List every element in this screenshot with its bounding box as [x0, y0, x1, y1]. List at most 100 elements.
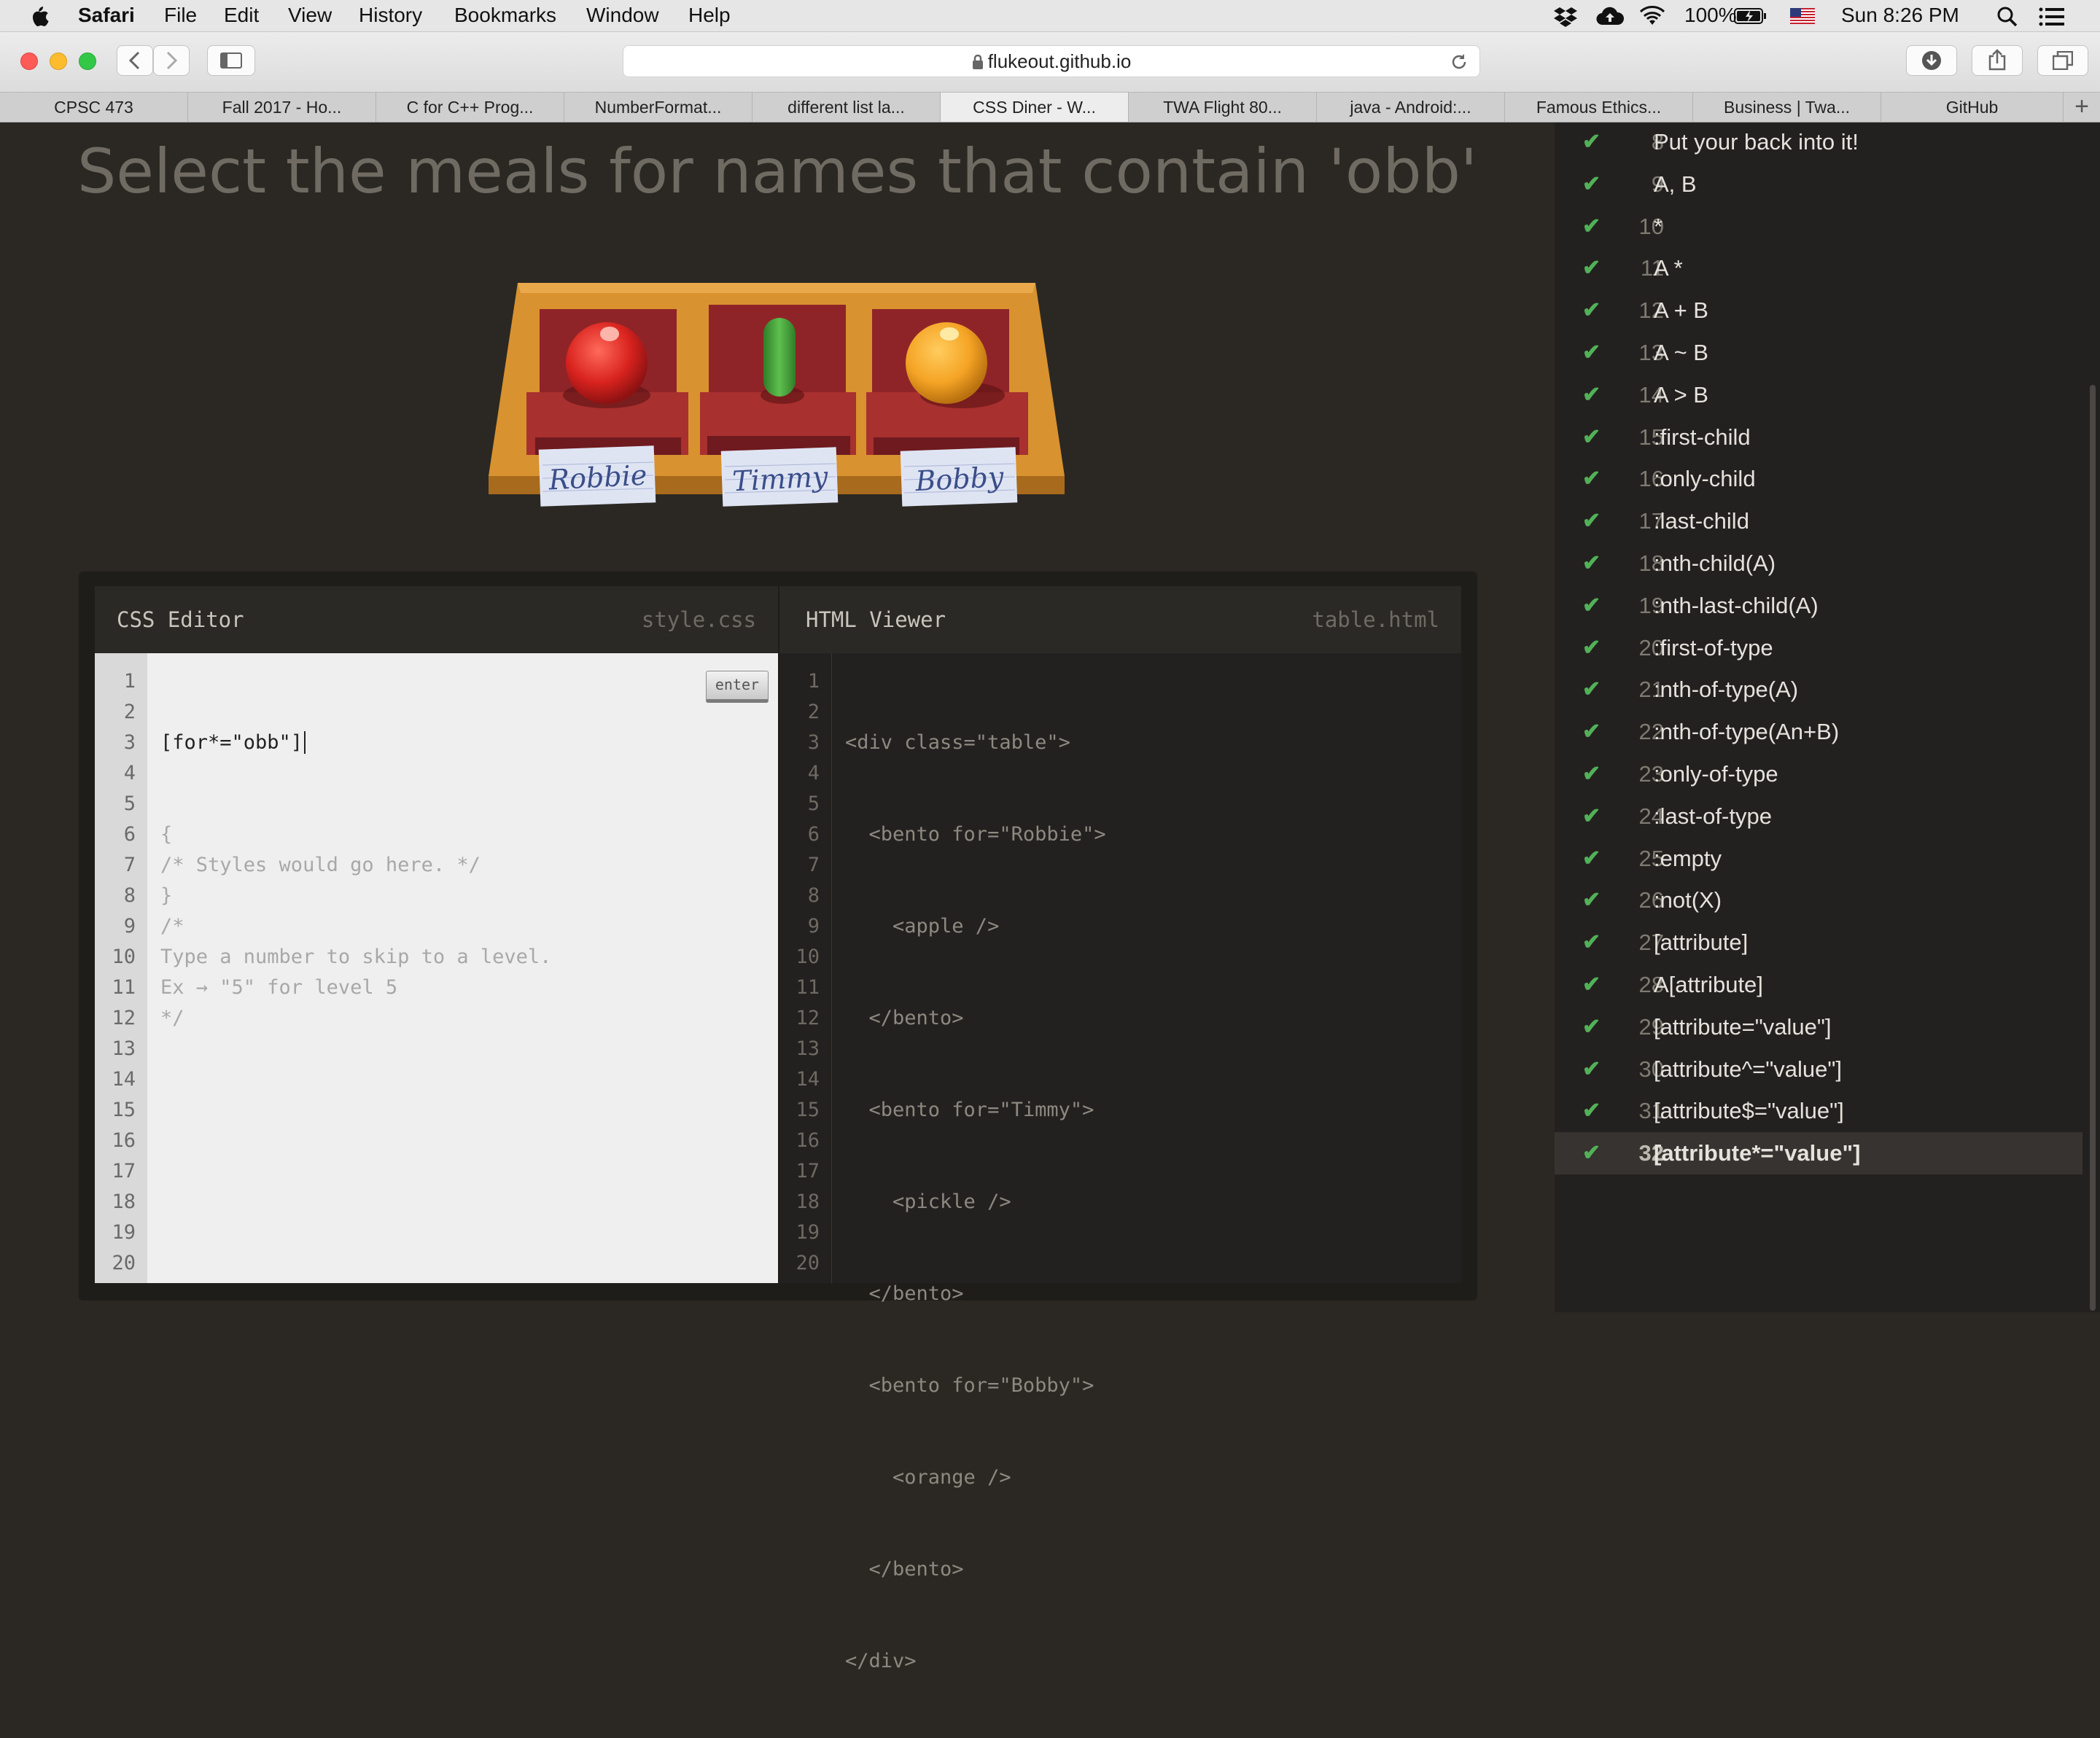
- level-item-13[interactable]: ✔ 13 A ~ B: [1555, 332, 2082, 374]
- css-editor-title: CSS Editor: [117, 607, 244, 632]
- level-item-24[interactable]: ✔ 24:last-of-type: [1555, 795, 2082, 838]
- level-item-10[interactable]: ✔ 10 *: [1555, 206, 2082, 248]
- level-name: :nth-child(A): [1654, 550, 1776, 576]
- back-button[interactable]: [117, 45, 153, 76]
- css-selector-input[interactable]: [for*="obb"]: [160, 728, 778, 758]
- html-line[interactable]: <bento for="Timmy">: [845, 1095, 1461, 1126]
- menu-history[interactable]: History: [359, 4, 422, 27]
- checkmark-icon: ✔: [1582, 930, 1601, 955]
- html-line[interactable]: </bento>: [845, 1279, 1461, 1309]
- level-item-31[interactable]: ✔ 31 [attribute$="value"]: [1555, 1090, 2082, 1132]
- zoom-window-button[interactable]: [79, 52, 96, 70]
- level-name: A + B: [1654, 297, 1708, 324]
- menu-help[interactable]: Help: [688, 4, 731, 27]
- css-code-area[interactable]: [for*="obb"] {/* Styles would go here. *…: [147, 653, 778, 1283]
- level-name: :only-of-type: [1654, 761, 1778, 787]
- app-menu-safari[interactable]: Safari: [78, 4, 135, 27]
- level-item-20[interactable]: ✔ 20:first-of-type: [1555, 627, 2082, 669]
- html-line[interactable]: </bento>: [845, 1003, 1461, 1034]
- minimize-window-button[interactable]: [50, 52, 67, 70]
- apple-icon[interactable]: [29, 4, 50, 28]
- sidebar-scrollbar[interactable]: [2090, 385, 2096, 1311]
- level-item-32[interactable]: ✔ 32 [attribute*="value"]: [1555, 1132, 2082, 1175]
- html-line[interactable]: </bento>: [845, 1554, 1461, 1585]
- level-name: A > B: [1654, 381, 1708, 408]
- cloud-upload-icon[interactable]: [1595, 6, 1625, 26]
- level-name: :nth-last-child(A): [1654, 592, 1819, 618]
- css-line-numbers: 1 2 3 4 5 6 7 8 9 10 11 12 13 14 15 16 17 18 19 20: [95, 653, 147, 1283]
- new-tab-button[interactable]: +: [2064, 93, 2100, 122]
- dropbox-icon[interactable]: [1553, 7, 1578, 27]
- tab-twa-flight[interactable]: TWA Flight 80...: [1129, 93, 1317, 122]
- tab-css-diner[interactable]: CSS Diner - W...: [941, 93, 1129, 122]
- html-line[interactable]: <div class="table">: [845, 728, 1461, 758]
- level-item-17[interactable]: ✔ 17:last-child: [1555, 500, 2082, 542]
- level-item-18[interactable]: ✔ 18:nth-child(A): [1555, 542, 2082, 585]
- checkmark-icon: ✔: [1582, 888, 1601, 913]
- level-item-12[interactable]: ✔ 12 A + B: [1555, 289, 2082, 332]
- close-window-button[interactable]: [20, 52, 38, 70]
- level-name: Put your back into it!: [1654, 129, 1859, 155]
- tab-overview-button[interactable]: [2037, 45, 2088, 76]
- level-name: :last-of-type: [1654, 803, 1772, 829]
- wifi-icon[interactable]: [1639, 6, 1665, 26]
- spotlight-search-icon[interactable]: [1996, 6, 2018, 28]
- tab-famous-ethics[interactable]: Famous Ethics...: [1505, 93, 1693, 122]
- level-item-9[interactable]: ✔ 9 A, B: [1555, 163, 2082, 206]
- downloads-button[interactable]: [1906, 45, 1957, 76]
- html-line[interactable]: <apple />: [845, 911, 1461, 942]
- url-text: flukeout.github.io: [987, 50, 1132, 72]
- tab-github[interactable]: GitHub: [1881, 93, 2064, 122]
- level-name: [attribute$="value"]: [1654, 1098, 1844, 1124]
- menu-window[interactable]: Window: [586, 4, 659, 27]
- editor-window: CSS Editor style.css HTML Viewer table.h…: [79, 572, 1477, 1672]
- checkmark-icon: ✔: [1582, 803, 1601, 828]
- enter-button[interactable]: enter: [706, 671, 769, 703]
- address-bar[interactable]: flukeout.github.io: [623, 45, 1480, 77]
- level-item-14[interactable]: ✔ 14 A > B: [1555, 374, 2082, 416]
- level-item-26[interactable]: ✔ 26:not(X): [1555, 879, 2082, 921]
- tab-fall-2017[interactable]: Fall 2017 - Ho...: [188, 93, 376, 122]
- sidebar-toggle-button[interactable]: [207, 45, 255, 76]
- level-item-22[interactable]: ✔ 22:nth-of-type(An+B): [1555, 711, 2082, 753]
- tab-numberformat[interactable]: NumberFormat...: [564, 93, 752, 122]
- html-line[interactable]: <pickle />: [845, 1187, 1461, 1217]
- menu-view[interactable]: View: [288, 4, 332, 27]
- level-item-16[interactable]: ✔ 16:only-child: [1555, 458, 2082, 500]
- tab-c-for-cpp[interactable]: C for C++ Prog...: [376, 93, 564, 122]
- menu-edit[interactable]: Edit: [224, 4, 259, 27]
- level-item-11[interactable]: ✔ 11 A *: [1555, 247, 2082, 289]
- forward-button[interactable]: [153, 45, 190, 76]
- level-item-25[interactable]: ✔ 25:empty: [1555, 838, 2082, 880]
- html-line[interactable]: <orange />: [845, 1462, 1461, 1493]
- html-code-area: <div class="table"> <bento for="Robbie">…: [832, 653, 1461, 1672]
- notification-center-icon[interactable]: [2039, 7, 2065, 26]
- html-line[interactable]: <bento for="Robbie">: [845, 819, 1461, 850]
- pickle-item[interactable]: [763, 318, 796, 397]
- level-name: [attribute^="value"]: [1654, 1056, 1843, 1082]
- html-line[interactable]: </div>: [845, 1646, 1461, 1677]
- level-item-30[interactable]: ✔ 30 [attribute^="value"]: [1555, 1048, 2082, 1091]
- level-item-21[interactable]: ✔ 21:nth-of-type(A): [1555, 669, 2082, 711]
- share-icon: [1988, 49, 2006, 71]
- level-item-23[interactable]: ✔ 23:only-of-type: [1555, 753, 2082, 795]
- tab-cpsc-473[interactable]: CPSC 473: [0, 93, 188, 122]
- share-button[interactable]: [1972, 45, 2023, 76]
- level-item-28[interactable]: ✔ 28 A[attribute]: [1555, 964, 2082, 1006]
- sidebar-icon: [220, 52, 242, 69]
- menu-file[interactable]: File: [164, 4, 197, 27]
- level-item-19[interactable]: ✔ 19:nth-last-child(A): [1555, 585, 2082, 627]
- reload-icon[interactable]: [1450, 53, 1468, 71]
- menu-bookmarks[interactable]: Bookmarks: [454, 4, 556, 27]
- tab-java-android[interactable]: java - Android:...: [1317, 93, 1505, 122]
- level-item-27[interactable]: ✔ 27 [attribute]: [1555, 921, 2082, 964]
- tab-business-twa[interactable]: Business | Twa...: [1693, 93, 1881, 122]
- level-item-29[interactable]: ✔ 29 [attribute="value"]: [1555, 1006, 2082, 1048]
- menu-clock[interactable]: Sun 8:26 PM: [1841, 4, 1959, 27]
- tab-different-list[interactable]: different list la...: [752, 93, 941, 122]
- battery-charging-icon[interactable]: [1734, 7, 1768, 25]
- html-line[interactable]: <bento for="Bobby">: [845, 1371, 1461, 1401]
- level-item-8[interactable]: ✔ 8 Put your back into it!: [1555, 121, 2082, 163]
- us-flag-icon[interactable]: [1790, 8, 1815, 24]
- level-item-15[interactable]: ✔ 15:first-child: [1555, 416, 2082, 459]
